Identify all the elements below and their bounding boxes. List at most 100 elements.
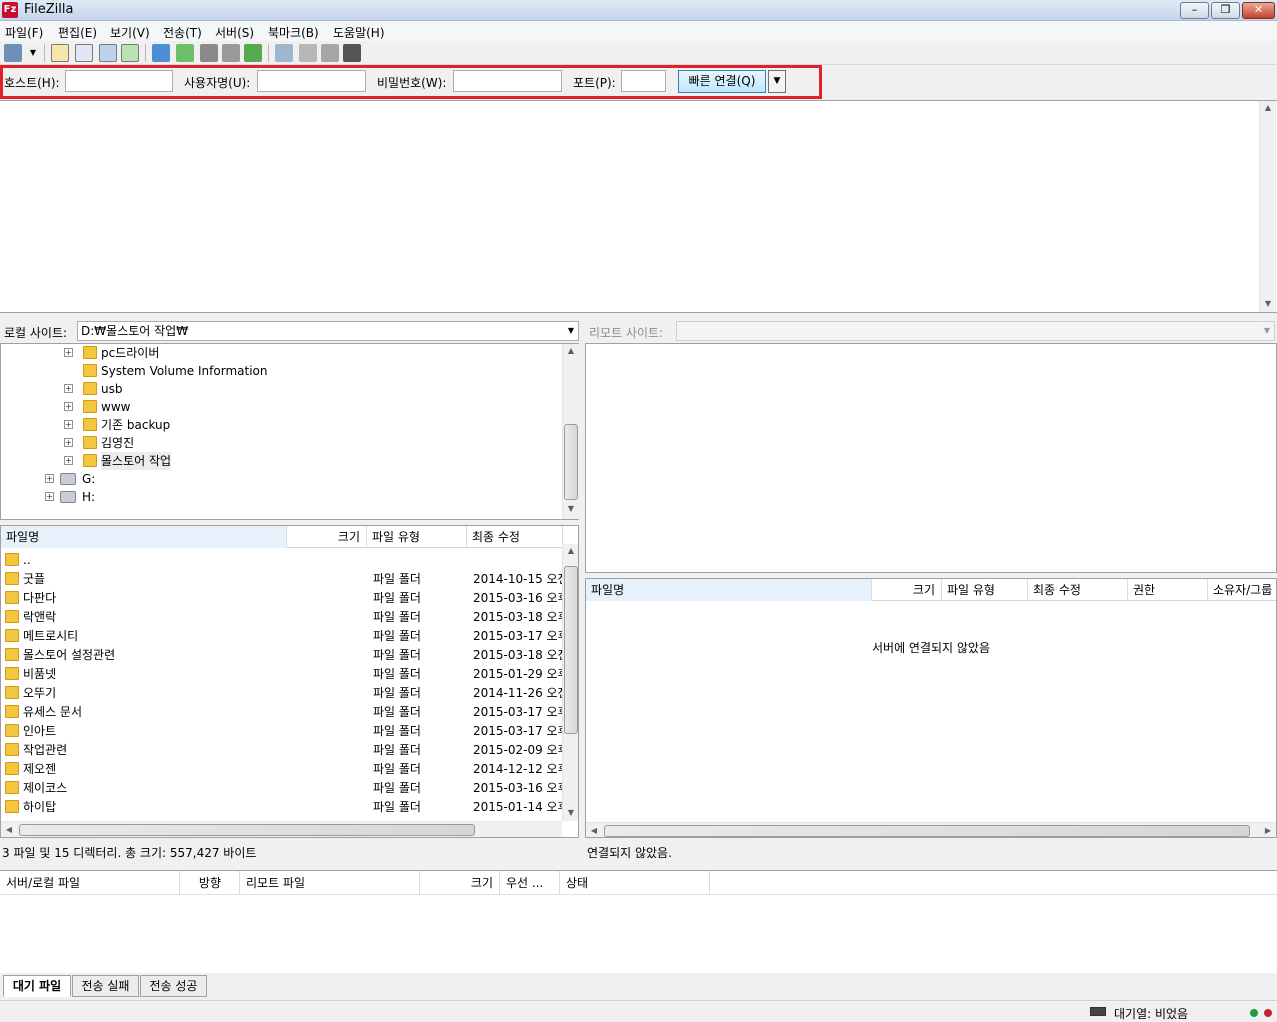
scroll-up-icon[interactable]: ▲ bbox=[563, 346, 579, 355]
search-icon[interactable] bbox=[343, 44, 361, 62]
toggle-queue-icon[interactable] bbox=[121, 44, 139, 62]
directory-listing-filter-icon[interactable] bbox=[275, 44, 293, 62]
queue-column-priority[interactable]: 우선 ... bbox=[500, 871, 560, 895]
queue-column-direction[interactable]: 방향 bbox=[180, 871, 240, 895]
local-file-hscrollbar[interactable]: ◀ bbox=[1, 821, 562, 837]
quickconnect-history-dropdown-icon[interactable]: ▼ bbox=[768, 70, 786, 93]
expand-icon[interactable]: + bbox=[64, 348, 73, 357]
username-input[interactable] bbox=[257, 70, 366, 92]
toggle-remote-tree-icon[interactable] bbox=[99, 44, 117, 62]
queue-column-size[interactable]: 크기 bbox=[420, 871, 500, 895]
file-row[interactable]: 락앤락 파일 폴더 2015-03-18 오후 bbox=[1, 608, 562, 627]
expand-icon[interactable]: + bbox=[64, 420, 73, 429]
scroll-thumb[interactable] bbox=[19, 824, 475, 836]
expand-icon[interactable]: + bbox=[64, 402, 73, 411]
column-filetype[interactable]: 파일 유형 bbox=[367, 526, 467, 548]
disconnect-icon[interactable] bbox=[222, 44, 240, 62]
scroll-down-icon[interactable]: ▼ bbox=[563, 808, 578, 817]
tree-item[interactable]: + www bbox=[64, 398, 544, 416]
menu-help[interactable]: 도움말(H) bbox=[333, 24, 385, 41]
chevron-down-icon[interactable]: ▼ bbox=[1264, 322, 1270, 340]
file-row[interactable]: 유세스 문서 파일 폴더 2015-03-17 오후 bbox=[1, 703, 562, 722]
minimize-icon[interactable]: – bbox=[1180, 2, 1209, 19]
scroll-right-icon[interactable]: ▶ bbox=[1260, 826, 1276, 835]
scroll-up-icon[interactable]: ▲ bbox=[1260, 103, 1276, 112]
queue-column-server-local[interactable]: 서버/로컬 파일 bbox=[0, 871, 180, 895]
site-manager-dropdown-icon[interactable]: ▼ bbox=[26, 44, 40, 62]
file-row[interactable]: 비품넷 파일 폴더 2015-01-29 오후 bbox=[1, 665, 562, 684]
scroll-thumb[interactable] bbox=[564, 424, 578, 500]
tree-item[interactable]: + pc드라이버 bbox=[64, 344, 544, 362]
port-input[interactable] bbox=[621, 70, 666, 92]
scroll-thumb[interactable] bbox=[564, 566, 578, 734]
file-row[interactable]: 굿플 파일 폴더 2014-10-15 오전 bbox=[1, 570, 562, 589]
column-permissions[interactable]: 권한 bbox=[1128, 579, 1208, 601]
queue-column-remote-file[interactable]: 리모트 파일 bbox=[240, 871, 420, 895]
chevron-down-icon[interactable]: ▼ bbox=[568, 322, 574, 340]
tree-item[interactable]: + 몰스토어 작업 bbox=[64, 452, 544, 470]
file-row[interactable]: 인아트 파일 폴더 2015-03-17 오후 bbox=[1, 722, 562, 741]
cancel-operation-icon[interactable] bbox=[200, 44, 218, 62]
menu-server[interactable]: 서버(S) bbox=[215, 24, 254, 41]
tree-item[interactable]: + G: bbox=[45, 470, 525, 488]
tree-item[interactable]: + 기존 backup bbox=[64, 416, 544, 434]
column-filetype[interactable]: 파일 유형 bbox=[942, 579, 1028, 601]
scroll-down-icon[interactable]: ▼ bbox=[1260, 299, 1276, 308]
file-row[interactable]: 메트로시티 파일 폴더 2015-03-17 오후 bbox=[1, 627, 562, 646]
expand-icon[interactable]: + bbox=[64, 384, 73, 393]
message-log-scrollbar[interactable]: ▲ ▼ bbox=[1259, 101, 1276, 312]
expand-icon[interactable]: + bbox=[45, 474, 54, 483]
process-queue-icon[interactable] bbox=[176, 44, 194, 62]
menu-bookmarks[interactable]: 북마크(B) bbox=[268, 24, 319, 41]
column-size[interactable]: 크기 bbox=[872, 579, 942, 601]
file-row[interactable]: 하이탑 파일 폴더 2015-01-14 오후 bbox=[1, 798, 562, 817]
tree-item[interactable]: + usb bbox=[64, 380, 544, 398]
restore-icon[interactable]: ❐ bbox=[1211, 2, 1240, 19]
tree-item[interactable]: + H: bbox=[45, 488, 525, 506]
file-row[interactable]: 오뚜기 파일 폴더 2014-11-26 오전 bbox=[1, 684, 562, 703]
tab-queued-files[interactable]: 대기 파일 bbox=[3, 975, 71, 997]
menu-file[interactable]: 파일(F) bbox=[5, 24, 43, 41]
directory-compare-icon[interactable] bbox=[321, 44, 339, 62]
tab-successful-transfers[interactable]: 전송 성공 bbox=[140, 975, 207, 997]
menu-view[interactable]: 보기(V) bbox=[110, 24, 150, 41]
column-owner-group[interactable]: 소유자/그룹 bbox=[1208, 579, 1276, 601]
menu-transfer[interactable]: 전송(T) bbox=[163, 24, 202, 41]
local-file-scrollbar[interactable]: ▲ ▼ bbox=[562, 544, 578, 821]
toggle-message-log-icon[interactable] bbox=[51, 44, 69, 62]
file-row[interactable]: 다판다 파일 폴더 2015-03-16 오후 bbox=[1, 589, 562, 608]
local-tree-scrollbar[interactable]: ▲ ▼ bbox=[562, 344, 579, 519]
file-row[interactable]: 제이코스 파일 폴더 2015-03-16 오후 bbox=[1, 779, 562, 798]
column-size[interactable]: 크기 bbox=[287, 526, 367, 548]
site-manager-icon[interactable] bbox=[4, 44, 22, 62]
close-icon[interactable]: ✕ bbox=[1242, 2, 1275, 19]
scroll-thumb[interactable] bbox=[604, 825, 1250, 837]
remote-file-hscrollbar[interactable]: ◀ ▶ bbox=[586, 822, 1276, 837]
file-row[interactable]: .. bbox=[1, 551, 562, 570]
menu-edit[interactable]: 편집(E) bbox=[58, 24, 97, 41]
expand-icon[interactable]: + bbox=[45, 492, 54, 501]
tree-item[interactable]: System Volume Information bbox=[64, 362, 544, 380]
scroll-down-icon[interactable]: ▼ bbox=[563, 504, 579, 513]
column-modified[interactable]: 최종 수정 bbox=[1028, 579, 1128, 601]
file-row[interactable]: 몰스토어 설정관련 파일 폴더 2015-03-18 오전 bbox=[1, 646, 562, 665]
expand-icon[interactable]: + bbox=[64, 456, 73, 465]
reconnect-icon[interactable] bbox=[244, 44, 262, 62]
password-input[interactable] bbox=[453, 70, 562, 92]
column-modified[interactable]: 최종 수정 bbox=[467, 526, 563, 548]
queue-column-status[interactable]: 상태 bbox=[560, 871, 710, 895]
file-row[interactable]: 제오젠 파일 폴더 2014-12-12 오후 bbox=[1, 760, 562, 779]
scroll-up-icon[interactable]: ▲ bbox=[563, 546, 578, 555]
quickconnect-button[interactable]: 빠른 연결(Q) bbox=[678, 70, 766, 93]
scroll-left-icon[interactable]: ◀ bbox=[586, 826, 602, 835]
toggle-local-tree-icon[interactable] bbox=[75, 44, 93, 62]
scroll-left-icon[interactable]: ◀ bbox=[1, 825, 17, 834]
refresh-icon[interactable] bbox=[152, 44, 170, 62]
tree-item[interactable]: + 김영진 bbox=[64, 434, 544, 452]
speed-limit-icon[interactable] bbox=[1090, 1007, 1106, 1016]
remote-path-combo[interactable]: ▼ bbox=[676, 321, 1275, 341]
expand-icon[interactable]: + bbox=[64, 438, 73, 447]
file-row[interactable]: 작업관련 파일 폴더 2015-02-09 오후 bbox=[1, 741, 562, 760]
sync-browsing-icon[interactable] bbox=[299, 44, 317, 62]
local-path-combo[interactable]: D:₩몰스토어 작업₩ ▼ bbox=[77, 321, 579, 341]
